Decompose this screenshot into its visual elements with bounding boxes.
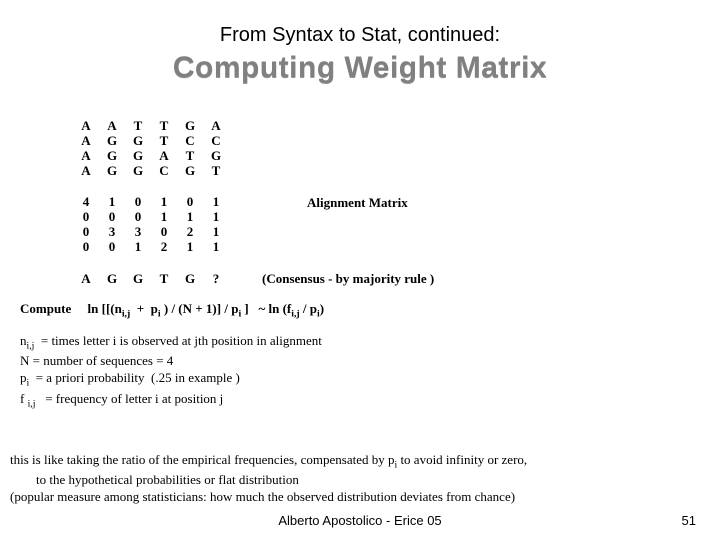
cell: G xyxy=(106,272,118,287)
cell: A xyxy=(80,119,92,134)
cell: T xyxy=(158,272,170,287)
cell: G xyxy=(106,149,118,164)
formula-prefix: Compute xyxy=(20,301,71,316)
cell: 1 xyxy=(158,210,170,225)
cell: 1 xyxy=(184,210,196,225)
def-p: pi = a priori probability (.25 in exampl… xyxy=(20,370,690,390)
cell: 0 xyxy=(80,210,92,225)
cell: G xyxy=(106,134,118,149)
cell: 0 xyxy=(158,225,170,240)
explanation: this is like taking the ratio of the emp… xyxy=(10,452,710,506)
cell: G xyxy=(132,149,144,164)
cell: G xyxy=(132,272,144,287)
cell: A xyxy=(210,119,222,134)
cell: 0 xyxy=(132,210,144,225)
content: AAAA AGGG TGGG TTAC GCTG ACGT 4000 1030 … xyxy=(0,85,720,411)
cell: G xyxy=(132,134,144,149)
cell: G xyxy=(184,272,196,287)
cell: A xyxy=(80,149,92,164)
definitions: ni,j = times letter i is observed at jth… xyxy=(20,333,690,411)
cell: A xyxy=(80,134,92,149)
cell: C xyxy=(184,134,196,149)
cell: T xyxy=(158,119,170,134)
def-N: N = number of sequences = 4 xyxy=(20,353,690,370)
cell: 1 xyxy=(210,210,222,225)
cell: 0 xyxy=(106,210,118,225)
cell: G xyxy=(184,119,196,134)
cell: 1 xyxy=(132,240,144,255)
page-title: Computing Weight Matrix xyxy=(0,51,720,85)
cell: 1 xyxy=(210,240,222,255)
cell: A xyxy=(80,272,92,287)
cell: A xyxy=(158,149,170,164)
cell: G xyxy=(132,164,144,179)
cell: A xyxy=(106,119,118,134)
cell: 0 xyxy=(184,195,196,210)
cell: 1 xyxy=(210,225,222,240)
pretitle: From Syntax to Stat, continued: xyxy=(0,24,720,47)
cell: 1 xyxy=(158,195,170,210)
cell: 0 xyxy=(80,225,92,240)
cell: 0 xyxy=(132,195,144,210)
cell: T xyxy=(132,119,144,134)
consensus-label: (Consensus - by majority rule ) xyxy=(262,271,434,287)
cell: 2 xyxy=(158,240,170,255)
cell: 3 xyxy=(106,225,118,240)
cell: 1 xyxy=(184,240,196,255)
cell: T xyxy=(210,164,222,179)
cell: T xyxy=(184,149,196,164)
cell: G xyxy=(106,164,118,179)
consensus-row: A G G T G ? xyxy=(80,272,222,287)
cell: 3 xyxy=(132,225,144,240)
slide: From Syntax to Stat, continued: Computin… xyxy=(0,0,720,540)
cell: 1 xyxy=(106,195,118,210)
alignment-matrix-label: Alignment Matrix xyxy=(307,195,408,211)
cell: 2 xyxy=(184,225,196,240)
header: From Syntax to Stat, continued: Computin… xyxy=(0,0,720,85)
cell: 0 xyxy=(106,240,118,255)
formula-line: Compute ln [[(ni,j + pi ) / (N + 1)] / p… xyxy=(20,301,690,320)
sequence-matrix: AAAA AGGG TGGG TTAC GCTG ACGT xyxy=(80,119,690,179)
footer-author: Alberto Apostolico - Erice 05 xyxy=(0,513,720,528)
cell: 0 xyxy=(80,240,92,255)
cell: 1 xyxy=(210,195,222,210)
page-number: 51 xyxy=(682,513,696,528)
def-n: ni,j = times letter i is observed at jth… xyxy=(20,333,690,353)
cell: G xyxy=(184,164,196,179)
formula-body: ln [[(ni,j + pi ) / (N + 1)] / pi ] ~ ln… xyxy=(88,301,325,316)
cell: 4 xyxy=(80,195,92,210)
def-f: f i,j = frequency of letter i at positio… xyxy=(20,391,690,411)
cell: C xyxy=(210,134,222,149)
cell: A xyxy=(80,164,92,179)
cell: T xyxy=(158,134,170,149)
alignment-matrix: 4000 1030 0031 1102 0121 1111 xyxy=(80,195,222,255)
cell: ? xyxy=(210,272,222,287)
cell: G xyxy=(210,149,222,164)
cell: C xyxy=(158,164,170,179)
